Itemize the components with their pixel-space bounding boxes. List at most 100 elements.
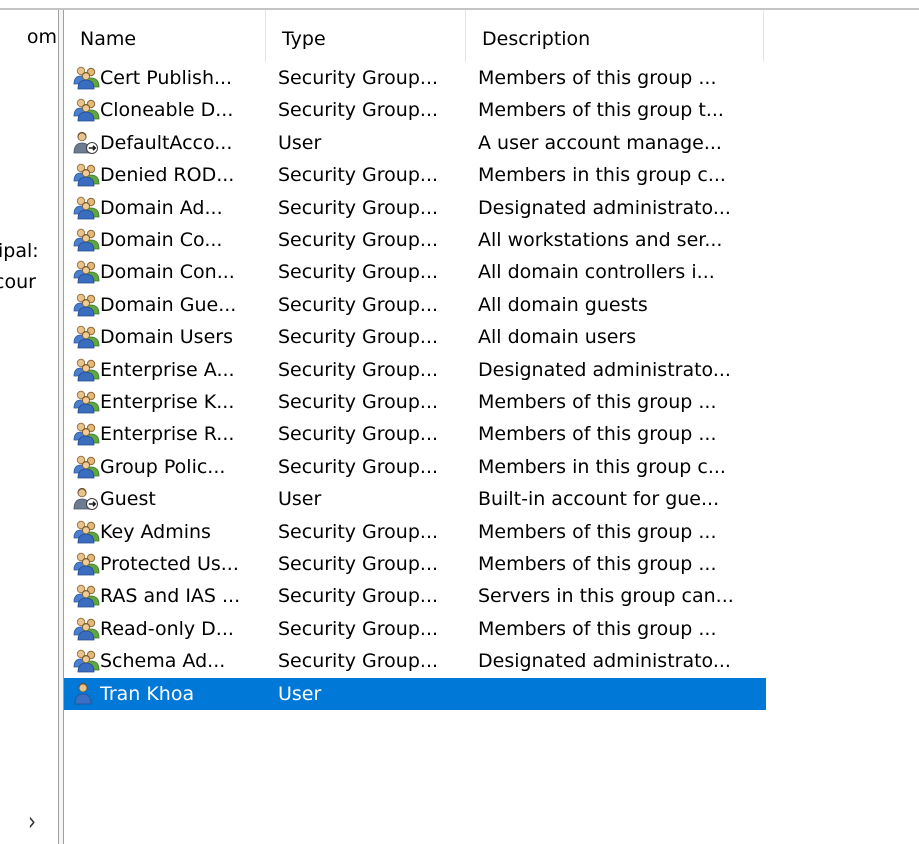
item-type: Security Group...: [278, 326, 439, 349]
item-description: Designated administrato...: [478, 358, 731, 381]
group-icon: [72, 324, 100, 350]
item-type: User: [278, 488, 322, 511]
item-type: Security Group...: [278, 553, 439, 575]
group-icon: [72, 227, 100, 253]
item-type: Security Group...: [278, 617, 439, 640]
item-type: Security Group...: [278, 99, 439, 122]
list-item[interactable]: Cert Publish... Security Group... Members …: [64, 62, 766, 94]
group-icon: [72, 616, 100, 642]
list-item[interactable]: Schema Ad... Security Group... Designated …: [64, 645, 766, 677]
item-name: Read-only D...: [100, 617, 234, 640]
list-item[interactable]: Domain Co... Security Group... All worksta…: [64, 224, 766, 256]
item-description: Members in this group c...: [478, 455, 726, 478]
item-name: Enterprise R...: [100, 423, 235, 446]
item-name: Protected Us...: [100, 553, 239, 575]
objects-list-view: Name Type Description Cert Publish... Sec…: [64, 10, 919, 844]
group-icon: [72, 357, 100, 383]
tree-item-partial[interactable]: om: [27, 26, 57, 48]
item-name: Schema Ad...: [100, 650, 226, 673]
item-type: Security Group...: [278, 520, 439, 543]
item-description: All workstations and ser...: [478, 229, 723, 251]
list-item[interactable]: DefaultAcco... User A user account manage.…: [64, 127, 766, 159]
tree-pane: om ipal: cour ›: [0, 10, 58, 844]
list-item[interactable]: Enterprise A... Security Group... Designat…: [64, 354, 766, 386]
list-item[interactable]: Protected Us... Security Group... Members …: [64, 548, 766, 580]
list-header: Name Type Description: [64, 10, 764, 62]
group-icon: [72, 421, 100, 447]
list-item[interactable]: Domain Gue... Security Group... All domain…: [64, 289, 766, 321]
item-description: Servers in this group can...: [478, 585, 734, 608]
item-description: Members of this group ...: [478, 391, 717, 413]
list-item[interactable]: Read-only D... Security Group... Members o…: [64, 613, 766, 645]
item-type: User: [278, 682, 322, 705]
item-type: Security Group...: [278, 455, 439, 478]
item-type: User: [278, 131, 322, 154]
group-icon: [72, 648, 100, 674]
group-icon: [72, 551, 100, 577]
group-icon: [72, 292, 100, 318]
item-description: All domain guests: [478, 293, 648, 316]
item-name: Tran Khoa: [100, 682, 195, 705]
item-name: Enterprise A...: [100, 358, 235, 381]
list-item[interactable]: Key Admins Security Group... Members of th…: [64, 516, 766, 548]
group-icon: [72, 454, 100, 480]
item-name: Key Admins: [100, 520, 211, 543]
item-description: All domain controllers i...: [478, 261, 715, 284]
group-icon: [72, 583, 100, 609]
group-icon: [72, 259, 100, 285]
column-header-name[interactable]: Name: [64, 10, 266, 62]
item-name: Denied ROD...: [100, 164, 235, 187]
item-description: Members of this group ...: [478, 617, 717, 640]
group-icon: [72, 519, 100, 545]
tree-item-partial[interactable]: cour: [0, 271, 36, 293]
list-item[interactable]: Domain Ad... Security Group... Designated …: [64, 192, 766, 224]
item-description: Members of this group ...: [478, 67, 717, 89]
item-description: Designated administrato...: [478, 650, 731, 673]
item-description: A user account manage...: [478, 131, 722, 154]
list-item[interactable]: Cloneable D... Security Group... Members o…: [64, 94, 766, 126]
tree-item-partial[interactable]: ipal:: [0, 240, 39, 262]
item-name: DefaultAcco...: [100, 131, 233, 154]
disabled-user-icon: [72, 130, 100, 156]
list-item[interactable]: Guest User Built-in account for gue...: [64, 483, 766, 515]
list-item[interactable]: Denied ROD... Security Group... Members in…: [64, 159, 766, 191]
item-description: Members of this group ...: [478, 553, 717, 575]
list-item[interactable]: Tran Khoa User: [64, 677, 766, 710]
item-name: Domain Users: [100, 326, 233, 349]
item-type: Security Group...: [278, 229, 439, 251]
item-type: Security Group...: [278, 650, 439, 673]
item-type: Security Group...: [278, 67, 439, 89]
item-name: Cert Publish...: [100, 67, 233, 89]
item-name: Guest: [100, 488, 156, 511]
item-description: Built-in account for gue...: [478, 488, 720, 511]
item-description: Members of this group t...: [478, 99, 724, 122]
item-type: Security Group...: [278, 391, 439, 413]
group-icon: [72, 65, 100, 91]
list-item[interactable]: Domain Users Security Group... All domain …: [64, 321, 766, 353]
item-type: Security Group...: [278, 585, 439, 608]
item-name: Cloneable D...: [100, 99, 234, 122]
item-name: Enterprise K...: [100, 391, 235, 413]
item-description: Members of this group ...: [478, 520, 717, 543]
item-type: Security Group...: [278, 196, 439, 219]
group-icon: [72, 97, 100, 123]
group-icon: [72, 195, 100, 221]
group-icon: [72, 389, 100, 415]
list-item[interactable]: Enterprise K... Security Group... Members …: [64, 386, 766, 418]
group-icon: [72, 162, 100, 188]
scroll-right-arrow-icon[interactable]: ›: [28, 805, 36, 836]
user-icon: [72, 681, 100, 707]
item-name: Group Polic...: [100, 455, 226, 478]
column-header-type[interactable]: Type: [266, 10, 466, 62]
item-type: Security Group...: [278, 358, 439, 381]
list-item[interactable]: Enterprise R... Security Group... Members …: [64, 418, 766, 450]
item-name: RAS and IAS ...: [100, 585, 241, 608]
item-description: All domain users: [478, 326, 637, 349]
column-header-description[interactable]: Description: [466, 10, 764, 62]
item-name: Domain Con...: [100, 261, 235, 284]
list-item[interactable]: Domain Con... Security Group... All domain…: [64, 256, 766, 288]
list-item[interactable]: RAS and IAS ... Security Group... Servers …: [64, 580, 766, 612]
list-item[interactable]: Group Polic... Security Group... Members i…: [64, 451, 766, 483]
item-description: Members in this group c...: [478, 164, 726, 187]
item-name: Domain Co...: [100, 229, 223, 251]
